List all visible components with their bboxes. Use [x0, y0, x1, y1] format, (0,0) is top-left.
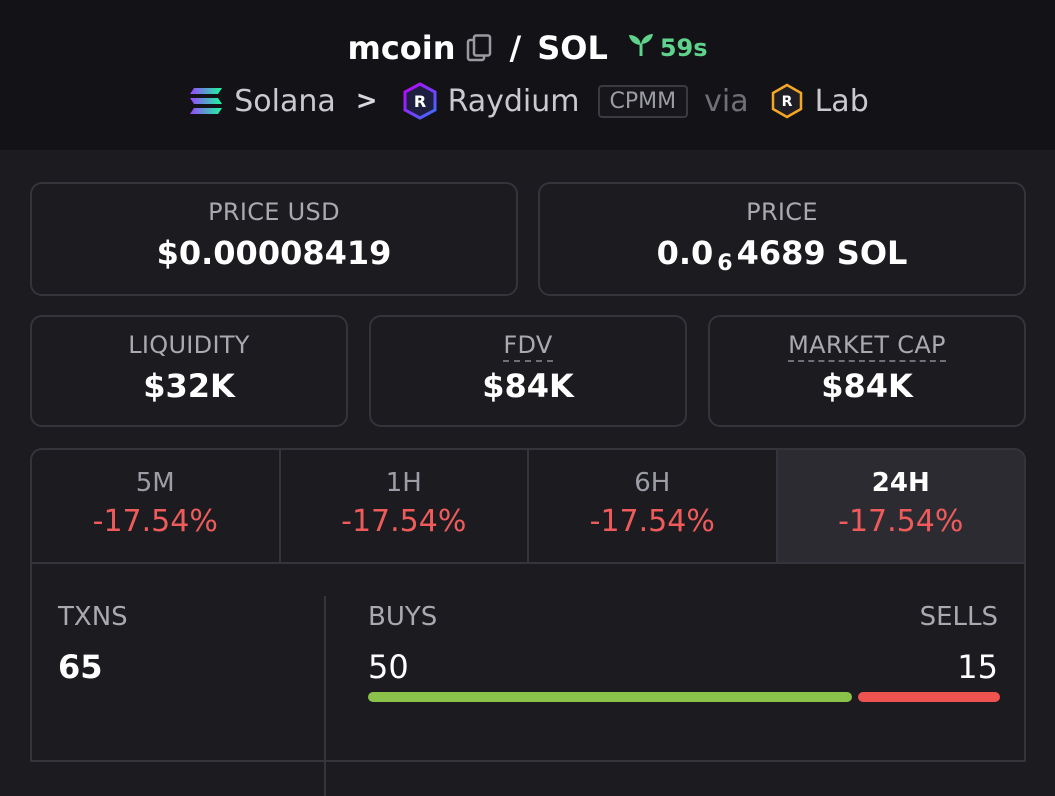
liquidity-card: LIQUIDITY $32K — [30, 315, 348, 427]
svg-text:R: R — [413, 92, 425, 111]
fdv-card[interactable]: FDV $84K — [369, 315, 687, 427]
tab-label: 24H — [871, 468, 930, 498]
price-zero-count: 6 — [717, 251, 733, 276]
price-native-value: 0.0 6 4689 SOL — [540, 234, 1024, 276]
tab-5m[interactable]: 5M -17.54% — [32, 450, 281, 564]
tab-6h[interactable]: 6H -17.54% — [529, 450, 778, 564]
tab-24h[interactable]: 24H -17.54% — [777, 450, 1024, 564]
solana-icon — [186, 81, 226, 121]
token-name: mcoin — [347, 29, 456, 67]
tab-label: 6H — [634, 468, 671, 498]
chevron-right-icon: > — [355, 86, 378, 116]
pair-separator: / — [509, 29, 522, 67]
txns-panel: TXNS 65 BUYS 50 SELLS 15 — [30, 562, 1026, 796]
divider — [324, 596, 326, 796]
liquidity-label: LIQUIDITY — [128, 331, 250, 359]
tab-label: 1H — [385, 468, 422, 498]
launchpad-name[interactable]: Lab — [815, 84, 869, 119]
raydium-icon: R — [400, 81, 440, 121]
quote-token: SOL — [537, 29, 608, 67]
sells-bar — [858, 692, 1000, 702]
price-change: -17.54% — [838, 504, 964, 539]
buys-bar — [368, 692, 852, 702]
price-usd-card: PRICE USD $0.00008419 — [30, 182, 518, 296]
price-prefix: 0.0 — [656, 234, 714, 272]
sells-value: 15 — [957, 648, 998, 686]
pair-route: Solana > R Raydium CPMM via R Lab — [0, 78, 1055, 124]
price-change: -17.54% — [92, 504, 218, 539]
pair-title: mcoin / SOL 59s — [0, 26, 1055, 70]
chain-name[interactable]: Solana — [234, 84, 336, 119]
txns-value: 65 — [58, 648, 103, 686]
price-native-label: PRICE — [746, 198, 818, 226]
dex-name[interactable]: Raydium — [448, 84, 580, 119]
txns-label: TXNS — [58, 602, 128, 632]
fdv-label[interactable]: FDV — [503, 331, 553, 362]
pair-header: mcoin / SOL 59s Solana > R Raydium CPMM … — [0, 0, 1055, 150]
buys-label: BUYS — [368, 602, 438, 632]
price-rest: 4689 SOL — [736, 234, 908, 272]
copy-icon[interactable] — [466, 34, 492, 62]
age-value: 59s — [659, 34, 708, 62]
price-change: -17.54% — [589, 504, 715, 539]
market-cap-label[interactable]: MARKET CAP — [788, 331, 946, 362]
sprout-icon — [626, 32, 656, 64]
tab-1h[interactable]: 1H -17.54% — [281, 450, 529, 564]
sells-label: SELLS — [919, 602, 998, 632]
tab-label: 5M — [135, 468, 175, 498]
price-usd-value: $0.00008419 — [156, 234, 392, 272]
buys-value: 50 — [368, 648, 409, 686]
price-usd-label: PRICE USD — [208, 198, 340, 226]
pair-age: 59s — [626, 32, 708, 64]
price-change: -17.54% — [341, 504, 467, 539]
via-label: via — [704, 83, 749, 119]
price-native-card: PRICE 0.0 6 4689 SOL — [538, 182, 1026, 296]
market-cap-card[interactable]: MARKET CAP $84K — [708, 315, 1026, 427]
market-cap-value: $84K — [821, 367, 913, 405]
lab-icon: R — [767, 81, 807, 121]
fdv-value: $84K — [482, 367, 574, 405]
svg-text:R: R — [781, 94, 792, 110]
liquidity-value: $32K — [143, 367, 235, 405]
pool-type-badge: CPMM — [597, 84, 689, 118]
timeframe-tabs: 5M -17.54% 1H -17.54% 6H -17.54% 24H -17… — [30, 448, 1026, 564]
